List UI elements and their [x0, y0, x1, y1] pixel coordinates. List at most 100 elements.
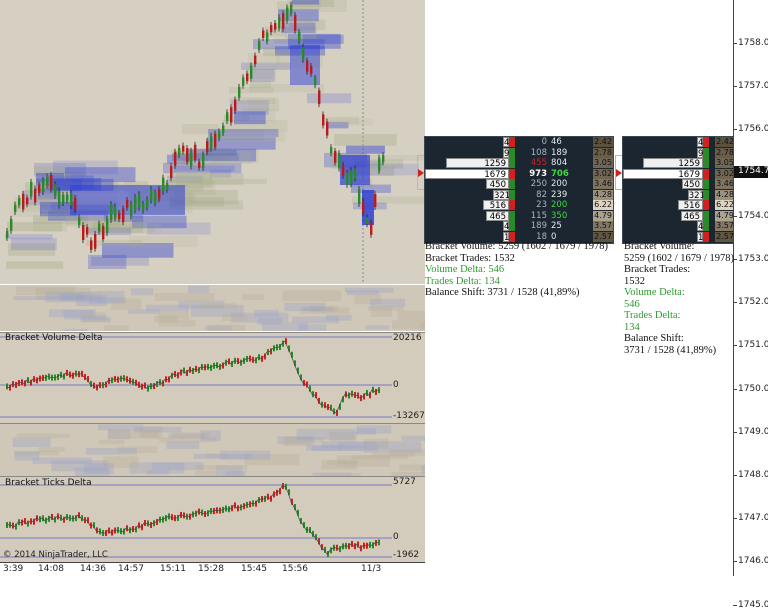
- candle-body: [194, 145, 196, 160]
- ladder-ratio-cell: 4.79: [715, 211, 734, 221]
- candle-body: [210, 136, 212, 149]
- ladder-ratio-cell: 3.02: [715, 169, 734, 179]
- candle-body: [298, 32, 300, 41]
- candle-body: [214, 134, 216, 148]
- texture-block: [158, 311, 189, 319]
- bracket-ladder-small[interactable]: 462.42972.7812593.0516793.024503.463214.…: [622, 136, 734, 244]
- texture-block: [356, 428, 376, 435]
- candle-body: [258, 41, 260, 50]
- candle-body: [238, 87, 240, 98]
- candle-body: [58, 191, 60, 206]
- candle-body: [370, 222, 372, 234]
- ladder-bid-cell: 321: [493, 190, 509, 200]
- profile-block: [11, 238, 57, 250]
- candle-body: [78, 217, 80, 225]
- td-zero-value: 0: [393, 532, 399, 542]
- candle-body: [94, 234, 96, 249]
- candle-body: [190, 151, 192, 167]
- price-chart-panel[interactable]: [0, 0, 425, 284]
- texture-block: [64, 315, 107, 319]
- texture-block: [84, 463, 113, 474]
- stat-bracket-trades: Bracket Trades: 1532: [425, 253, 608, 265]
- candle-body: [270, 25, 272, 32]
- ladder-ask-cell: 46: [551, 137, 581, 147]
- texture-block: [282, 290, 341, 301]
- candle-body: [358, 189, 360, 204]
- ladder-ask-cell: 0: [551, 232, 581, 242]
- texture-block: [398, 311, 425, 321]
- candle-body: [178, 148, 180, 156]
- profile-block: [94, 218, 143, 230]
- texture-block: [196, 465, 247, 469]
- price-axis-tick: [733, 129, 737, 130]
- candle-body: [330, 147, 332, 153]
- texture-block: [111, 299, 141, 310]
- candle-body: [70, 193, 72, 206]
- candle-body: [22, 194, 24, 210]
- price-axis-label: 1752.00: [738, 297, 768, 307]
- candle-body: [182, 146, 184, 152]
- ladder-small-arrow-icon: [616, 169, 622, 177]
- time-label: 11/3: [361, 564, 381, 574]
- price-axis-label: 1756.00: [738, 124, 768, 134]
- price-axis-tick: [733, 432, 737, 433]
- ticks-delta-panel[interactable]: Bracket Ticks Delta © 2014 NinjaTrader, …: [0, 476, 425, 563]
- candle-body: [322, 114, 324, 125]
- ladder-delta-mark: [703, 211, 709, 221]
- texture-block: [86, 448, 137, 455]
- delta-bar: [378, 539, 380, 545]
- candle-body: [290, 5, 292, 13]
- price-chart-canvas[interactable]: [0, 0, 425, 284]
- texture-block: [166, 441, 199, 448]
- bracket-ladder-main[interactable]: 460462.42971081892.7812594558043.0516799…: [424, 136, 614, 244]
- profile-block: [249, 84, 324, 92]
- filler-panel-1: [0, 285, 425, 331]
- price-axis-label: 1751.00: [738, 340, 768, 350]
- ladder-delta-mark: [703, 137, 709, 147]
- texture-block: [306, 445, 341, 451]
- texture-block: [345, 288, 394, 293]
- stat-value: 3731 / 1528 (41,89%): [624, 345, 734, 357]
- stat-label: Volume Delta:: [624, 287, 734, 299]
- candle-body: [138, 194, 140, 207]
- candle-body: [294, 15, 296, 31]
- volume-delta-panel[interactable]: Bracket Volume Delta: [0, 332, 425, 423]
- candle-body: [162, 178, 164, 192]
- ladder-delta-mark: [703, 221, 709, 231]
- texture-block: [322, 460, 357, 469]
- ladder-ask-cell: 804: [551, 158, 581, 168]
- candle-body: [274, 23, 276, 30]
- candle-body: [310, 66, 312, 74]
- texture-block: [32, 458, 92, 464]
- candle-body: [198, 162, 200, 168]
- profile-block: [252, 69, 275, 82]
- ladder-row: 12594558043.05: [425, 158, 613, 169]
- ladder-delta-mark: [703, 232, 709, 242]
- ladder-delta-mark: [509, 158, 515, 168]
- bracket-stats-main: Bracket Volume: 5259 (1602 / 1679 / 1978…: [425, 241, 608, 299]
- ladder-ratio-cell: 3.46: [593, 179, 613, 189]
- filler-panel-2: [0, 423, 425, 476]
- candle-body: [278, 17, 280, 28]
- candle-body: [374, 194, 376, 207]
- ladder-row: 4502502003.46: [425, 179, 613, 190]
- profile-block: [189, 179, 267, 184]
- time-label: 15:11: [160, 564, 186, 574]
- price-axis-tick: [733, 605, 737, 606]
- candle-body: [158, 189, 160, 199]
- texture-block: [63, 329, 88, 331]
- ladder-row: 44189253.57: [425, 221, 613, 232]
- ladder-ratio-cell: 4.28: [593, 190, 613, 200]
- profile-block: [6, 261, 63, 268]
- stat-value: 134: [624, 322, 734, 334]
- candle-body: [106, 219, 108, 233]
- candle-body: [126, 200, 128, 208]
- profile-block: [324, 117, 359, 124]
- texture-block: [365, 325, 389, 329]
- ladder-bid-cell: 1679: [623, 169, 703, 179]
- texture-block: [155, 293, 215, 301]
- ladder-ratio-cell: 3.57: [593, 221, 613, 231]
- candle-body: [350, 170, 352, 184]
- candle-body: [26, 198, 28, 205]
- texture-block: [134, 427, 182, 433]
